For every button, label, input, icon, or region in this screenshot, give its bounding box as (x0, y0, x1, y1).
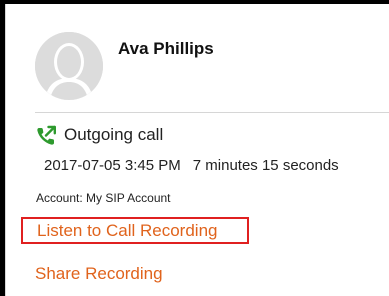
call-type: Outgoing call (64, 125, 164, 144)
outgoing-call-icon (37, 125, 56, 145)
call-meta: 2017-07-05 3:45 PM 7 minutes 15 seconds (44, 157, 339, 174)
divider (35, 112, 389, 113)
call-detail-card: Ava Phillips Outgoing call 2017-07-05 3:… (5, 4, 389, 296)
avatar (35, 32, 103, 100)
listen-recording-link[interactable]: Listen to Call Recording (21, 217, 249, 244)
person-silhouette-icon (35, 32, 103, 100)
contact-name: Ava Phillips (118, 39, 214, 58)
share-recording-link[interactable]: Share Recording (35, 264, 163, 284)
call-duration: 7 minutes 15 seconds (192, 157, 339, 174)
call-datetime: 2017-07-05 3:45 PM (44, 157, 181, 174)
account-label: Account: My SIP Account (36, 191, 171, 205)
